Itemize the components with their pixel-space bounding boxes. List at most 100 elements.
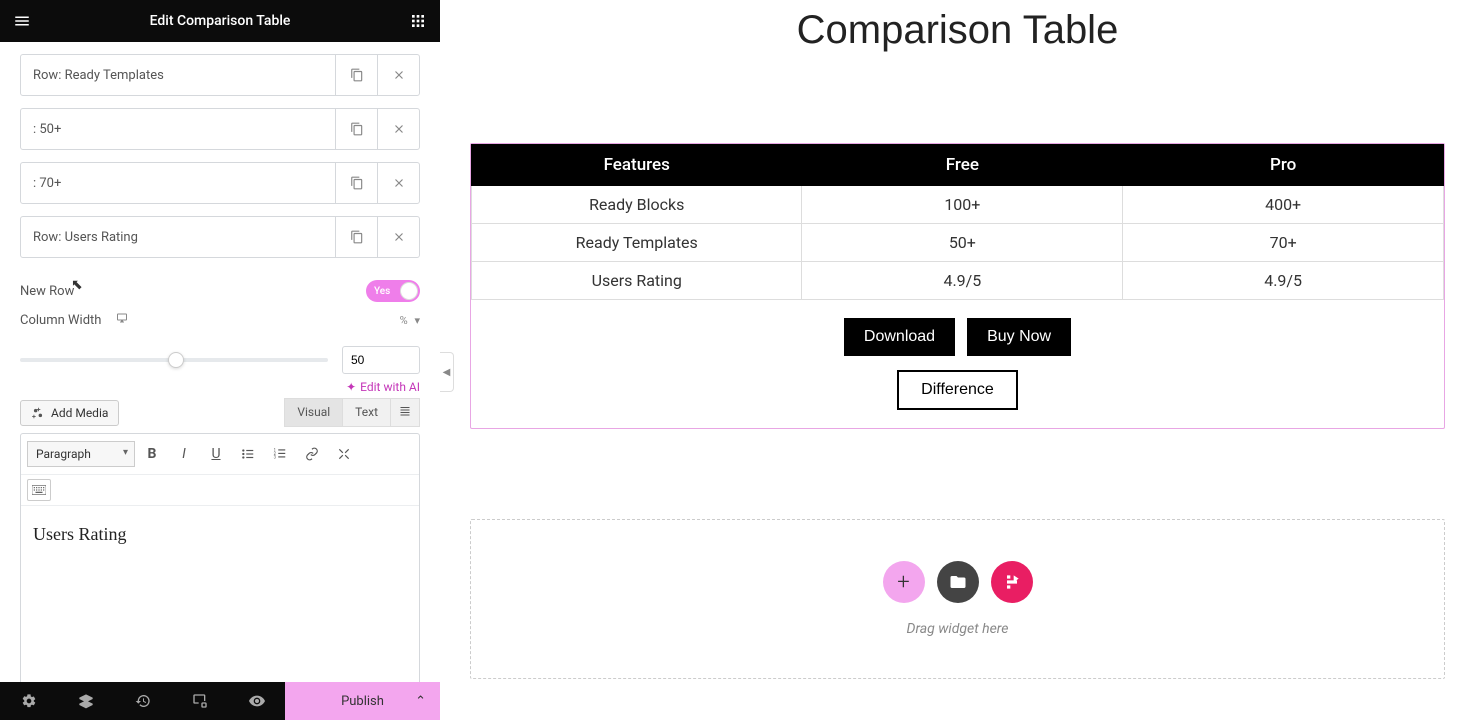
row-item-label[interactable]: Row: Ready Templates: [21, 55, 335, 95]
table-cell: 4.9/5: [1123, 262, 1444, 300]
duplicate-icon[interactable]: [335, 109, 377, 149]
history-icon[interactable]: [114, 682, 171, 720]
new-row-label: New Row: [20, 284, 74, 299]
toggle-yes-label: Yes: [374, 286, 390, 297]
underline-button[interactable]: U: [201, 440, 231, 468]
dropzone-buttons: +: [883, 561, 1033, 603]
sidebar-title: Edit Comparison Table: [150, 13, 291, 29]
add-media-button[interactable]: Add Media: [20, 400, 119, 426]
table-cell: 4.9/5: [802, 262, 1123, 300]
table-row: Ready Blocks 100+ 400+: [472, 186, 1444, 224]
wysiwyg-editor: Paragraph B I U 123 Users Rating: [20, 433, 420, 707]
toggle-knob: [400, 282, 418, 300]
button-row: Download Buy Now: [471, 318, 1444, 356]
widget-dropzone[interactable]: + Drag widget here: [470, 519, 1445, 679]
table-row: Users Rating 4.9/5 4.9/5: [472, 262, 1444, 300]
download-button[interactable]: Download: [844, 318, 955, 356]
table-cell: Users Rating: [472, 262, 802, 300]
keyboard-icon[interactable]: [27, 479, 51, 501]
buy-now-button[interactable]: Buy Now: [967, 318, 1071, 356]
page-title: Comparison Table: [464, 8, 1451, 53]
row-item: : 70+: [20, 162, 420, 204]
navigator-icon[interactable]: [57, 682, 114, 720]
wysiwyg-content[interactable]: Users Rating: [21, 506, 419, 706]
new-row-toggle[interactable]: Yes: [366, 280, 420, 302]
slider-thumb[interactable]: [168, 352, 184, 368]
row-item-label[interactable]: Row: Users Rating: [21, 217, 335, 257]
paragraph-format-select[interactable]: Paragraph: [27, 441, 135, 467]
link-button[interactable]: [297, 440, 327, 468]
duplicate-icon[interactable]: [335, 163, 377, 203]
numbered-list-button[interactable]: 123: [265, 440, 295, 468]
column-width-label: Column Width: [20, 313, 101, 328]
menu-icon[interactable]: [12, 11, 32, 31]
table-cell: 400+: [1123, 186, 1444, 224]
column-width-slider-row: [20, 346, 420, 374]
add-widget-button[interactable]: +: [883, 561, 925, 603]
responsive-icon[interactable]: [171, 682, 228, 720]
add-media-label: Add Media: [51, 406, 108, 420]
sidebar-footer: Publish ⌃: [0, 682, 440, 720]
row-item: : 50+: [20, 108, 420, 150]
difference-button[interactable]: Difference: [897, 370, 1018, 410]
sparkle-icon: ✦: [346, 380, 356, 394]
row-item: Row: Users Rating: [20, 216, 420, 258]
preview-icon[interactable]: [228, 682, 285, 720]
table-header: Features: [472, 145, 802, 186]
svg-text:3: 3: [274, 455, 277, 460]
close-icon[interactable]: [377, 217, 419, 257]
table-cell: Ready Blocks: [472, 186, 802, 224]
elementskit-button[interactable]: [991, 561, 1033, 603]
collapse-sidebar-handle[interactable]: ◀: [440, 352, 454, 392]
wysiwyg-format-bar: Paragraph B I U 123: [21, 434, 419, 475]
close-icon[interactable]: [377, 163, 419, 203]
edit-with-ai-link[interactable]: ✦ Edit with AI: [20, 380, 420, 394]
unit-selector[interactable]: % ▾: [400, 314, 420, 327]
new-row-setting: New Row Yes: [20, 280, 420, 302]
close-icon[interactable]: [377, 109, 419, 149]
unit-label: %: [400, 314, 408, 327]
apps-icon[interactable]: [408, 11, 428, 31]
italic-button[interactable]: I: [169, 440, 199, 468]
comparison-table: Features Free Pro Ready Blocks 100+ 400+…: [471, 144, 1444, 300]
row-item-label[interactable]: : 50+: [21, 109, 335, 149]
table-cell: Ready Templates: [472, 224, 802, 262]
row-item: Row: Ready Templates: [20, 54, 420, 96]
table-cell: 100+: [802, 186, 1123, 224]
table-header: Free: [802, 145, 1123, 186]
bold-button[interactable]: B: [137, 440, 167, 468]
table-header: Pro: [1123, 145, 1444, 186]
settings-icon[interactable]: [0, 682, 57, 720]
duplicate-icon[interactable]: [335, 55, 377, 95]
close-icon[interactable]: [377, 55, 419, 95]
desktop-icon[interactable]: [115, 313, 129, 328]
column-width-slider[interactable]: [20, 358, 328, 362]
sidebar-header: Edit Comparison Table: [0, 0, 440, 42]
chevron-down-icon: ▾: [414, 314, 420, 327]
tab-text[interactable]: Text: [343, 398, 391, 427]
publish-label: Publish: [341, 694, 384, 709]
table-cell: 50+: [802, 224, 1123, 262]
wysiwyg-second-bar: [21, 475, 419, 506]
duplicate-icon[interactable]: [335, 217, 377, 257]
tab-extra-icon[interactable]: [391, 398, 420, 427]
comparison-table-widget[interactable]: Features Free Pro Ready Blocks 100+ 400+…: [470, 143, 1445, 429]
edit-with-ai-label: Edit with AI: [360, 380, 420, 394]
chevron-up-icon[interactable]: ⌃: [415, 694, 426, 709]
table-header-row: Features Free Pro: [472, 145, 1444, 186]
editor-sidebar: Edit Comparison Table Row: Ready Templat…: [0, 0, 440, 720]
dropzone-hint: Drag widget here: [907, 621, 1009, 637]
preview-canvas: Comparison Table Features Free Pro Ready…: [454, 0, 1461, 720]
column-width-setting: Column Width % ▾: [20, 312, 420, 328]
row-item-label[interactable]: : 70+: [21, 163, 335, 203]
table-cell: 70+: [1123, 224, 1444, 262]
bullet-list-button[interactable]: [233, 440, 263, 468]
fullscreen-button[interactable]: [329, 440, 359, 468]
column-width-input[interactable]: [342, 346, 420, 374]
tab-visual[interactable]: Visual: [284, 398, 343, 427]
rows-list: Row: Ready Templates : 50+ : 70+ Row: Us…: [0, 42, 440, 258]
editor-mode-tabs: Visual Text: [284, 398, 420, 427]
editor-toolbar-top: Add Media Visual Text: [20, 398, 420, 427]
publish-button[interactable]: Publish ⌃: [285, 682, 440, 720]
template-library-button[interactable]: [937, 561, 979, 603]
